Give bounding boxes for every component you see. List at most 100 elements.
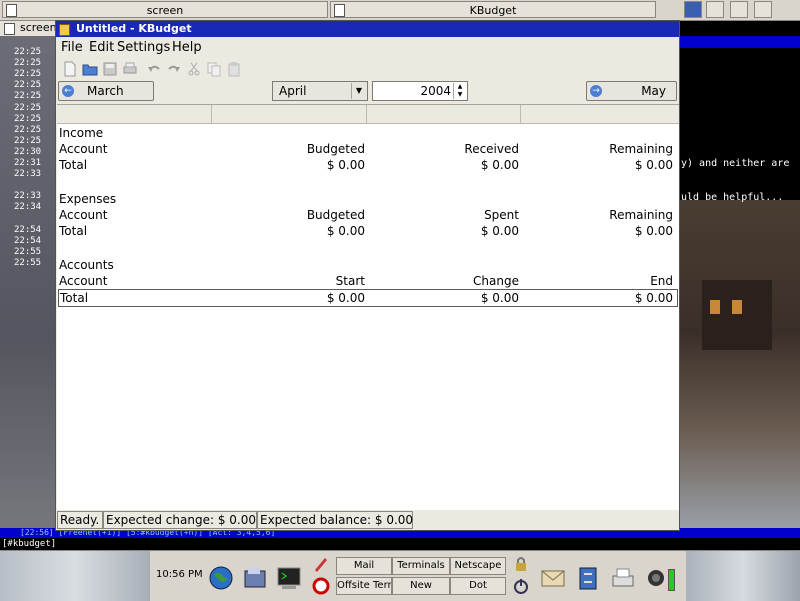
total-value: $ 0.00 — [634, 224, 673, 238]
globe-icon[interactable] — [208, 565, 234, 591]
file-cabinet-icon[interactable] — [575, 565, 601, 591]
terminal-tab[interactable]: screen — [0, 20, 57, 36]
terminal-timestamp: 22:30 — [14, 146, 42, 157]
accounts-heading-row: Accounts — [59, 257, 677, 273]
column-label: Remaining — [609, 142, 673, 156]
terminal-timestamp: 22:25 — [14, 124, 42, 135]
kbudget-app-icon[interactable] — [59, 24, 70, 36]
top-taskbar: screen KBudget — [0, 0, 800, 21]
column-label: Account — [59, 274, 108, 288]
menu-settings[interactable]: Settings — [117, 39, 170, 57]
arrow-left-icon: ← — [62, 85, 74, 97]
panel-background-art — [0, 551, 150, 601]
year-spinbox[interactable]: 2004 ▲ ▼ — [372, 81, 468, 101]
terminal-icon[interactable] — [276, 565, 302, 591]
print-icon[interactable] — [122, 61, 138, 77]
accounts-total-row[interactable]: Total $ 0.00 $ 0.00 $ 0.00 — [58, 289, 678, 307]
speaker-icon[interactable] — [646, 565, 666, 591]
wallpaper-house — [702, 280, 772, 350]
undo-icon[interactable] — [146, 61, 162, 77]
total-label: Total — [59, 158, 88, 172]
open-folder-icon[interactable] — [82, 61, 98, 77]
terminal-timestamp: 22:31 — [14, 158, 42, 168]
kbudget-window: Untitled - KBudget File Edit Settings He… — [55, 20, 680, 531]
copy-icon[interactable] — [206, 61, 222, 77]
save-icon[interactable] — [102, 61, 118, 77]
total-value: $ 0.00 — [326, 224, 365, 238]
terminal-prompt[interactable]: [#kbudget] — [0, 538, 800, 550]
taskbar-task-screen[interactable]: screen — [2, 1, 328, 18]
column-label: Remaining — [609, 208, 673, 222]
income-columns-row: Account Budgeted Received Remaining — [59, 141, 677, 157]
paste-icon[interactable] — [226, 61, 242, 77]
desktop-pager-icon[interactable] — [706, 1, 724, 18]
total-value: $ 0.00 — [480, 158, 519, 172]
desktop-pager-icon[interactable] — [730, 1, 748, 18]
window-list-icon[interactable] — [684, 1, 702, 18]
taskbar-task-kbudget[interactable]: KBudget — [330, 1, 656, 18]
column-header-cell[interactable] — [367, 105, 521, 123]
menu-edit[interactable]: Edit — [89, 39, 114, 57]
terminal-icon — [6, 4, 17, 17]
power-icon[interactable] — [512, 577, 530, 595]
bottom-panel: 10:56 PM Mail Terminals Netscape Offsite… — [0, 550, 800, 601]
year-value: 2004 — [420, 84, 451, 98]
dropdown-arrow-icon[interactable]: ▼ — [351, 83, 366, 99]
terminal-timestamp: 22:25 — [14, 102, 42, 113]
editor-pen-icon[interactable] — [312, 555, 330, 573]
next-month-label: May — [641, 84, 666, 98]
launch-new-button[interactable]: New — [392, 577, 450, 595]
column-label: Start — [335, 274, 365, 288]
accounts-columns-row: Account Start Change End — [59, 273, 677, 289]
total-label: Total — [59, 224, 88, 238]
panel-clock[interactable]: 10:56 PM — [156, 569, 203, 580]
total-value: $ 0.00 — [480, 291, 519, 305]
status-expected-change: Expected change: $ 0.00 — [103, 511, 257, 529]
menu-help[interactable]: Help — [172, 39, 202, 57]
taskbar-task-label: KBudget — [469, 4, 517, 17]
terminal-timestamp: 22:25 — [14, 113, 42, 124]
panel-background-art — [686, 551, 800, 601]
printer-icon[interactable] — [610, 565, 636, 591]
launch-terminals-button[interactable]: Terminals — [392, 557, 450, 575]
launch-netscape-button[interactable]: Netscape — [450, 557, 506, 575]
terminal-timestamp: 22:25 — [14, 80, 42, 91]
prev-month-button[interactable]: ← March — [58, 81, 154, 101]
expenses-total-row[interactable]: Total $ 0.00 $ 0.00 $ 0.00 — [59, 223, 677, 239]
income-heading: Income — [59, 126, 104, 140]
launch-dot-button[interactable]: Dot — [450, 577, 506, 595]
terminal-text-line: uld be helpful... — [681, 192, 784, 203]
terminal-timestamp: 22:25 — [14, 47, 42, 57]
next-month-button[interactable]: → May — [586, 81, 677, 101]
month-select[interactable]: April ▼ — [272, 81, 368, 101]
volume-level-meter[interactable] — [668, 569, 675, 591]
taskbar-task-label: screen — [146, 4, 184, 17]
new-file-icon[interactable] — [62, 61, 78, 77]
terminal-tab-label: screen — [20, 21, 57, 34]
window-titlebar[interactable]: Untitled - KBudget — [56, 21, 679, 37]
income-total-row[interactable]: Total $ 0.00 $ 0.00 $ 0.00 — [59, 157, 677, 173]
column-header-cell[interactable] — [212, 105, 367, 123]
file-manager-icon[interactable] — [242, 565, 268, 591]
cut-icon[interactable] — [186, 61, 202, 77]
document-icon — [334, 4, 345, 17]
logout-icon[interactable] — [754, 1, 772, 18]
terminal-timestamp: 22:25 — [14, 91, 42, 102]
help-lifebuoy-icon[interactable] — [312, 577, 330, 595]
launch-mail-button[interactable]: Mail — [336, 557, 392, 575]
terminal-timestamp: 22:25 — [14, 69, 42, 80]
redo-icon[interactable] — [166, 61, 182, 77]
launch-offsite-term-button[interactable]: Offsite Term — [336, 577, 392, 595]
column-label: Spent — [484, 208, 519, 222]
lock-icon[interactable] — [512, 555, 530, 573]
column-header-cell[interactable] — [57, 105, 212, 123]
spin-arrows-icon[interactable]: ▲ ▼ — [453, 83, 466, 99]
terminal-tab-icon — [4, 23, 15, 35]
expenses-columns-row: Account Budgeted Spent Remaining — [59, 207, 677, 223]
mail-envelope-icon[interactable] — [540, 565, 566, 591]
terminal-text-line: y) and neither are — [681, 158, 790, 169]
budget-view: Income Account Budgeted Received Remaini… — [57, 104, 679, 510]
column-header-cell[interactable] — [521, 105, 679, 123]
menu-file[interactable]: File — [61, 39, 83, 57]
desktop-wallpaper-right — [680, 200, 800, 530]
